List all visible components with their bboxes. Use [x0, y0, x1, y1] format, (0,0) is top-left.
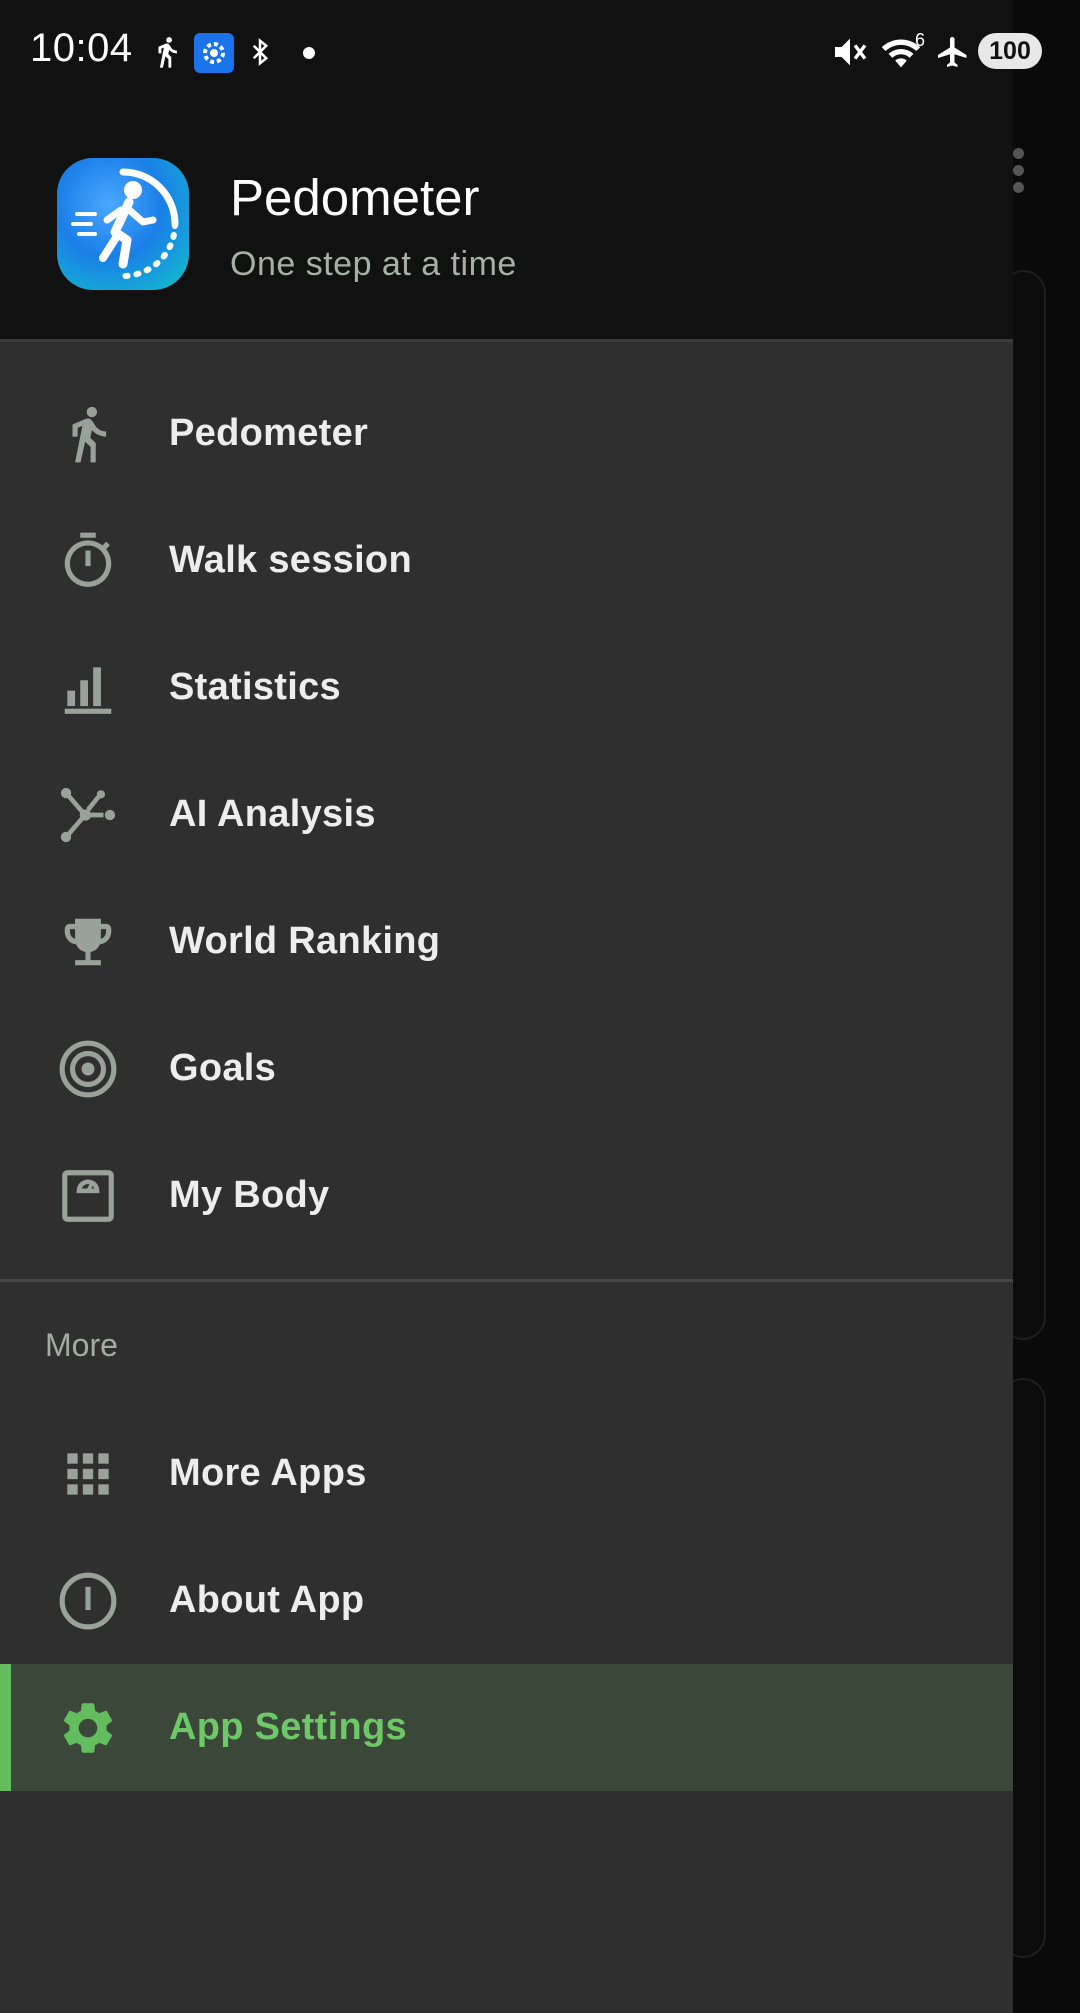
drawer-item-about-app[interactable]: About App: [0, 1537, 1013, 1664]
status-bar: 10:04 6 100: [0, 0, 1080, 104]
walk-icon: [57, 403, 119, 465]
navigation-drawer: Pedometer One step at a time Pedometer W…: [0, 0, 1013, 2013]
info-icon: [57, 1570, 119, 1632]
drawer-item-label: Pedometer: [169, 412, 369, 454]
settings-app-icon: [194, 33, 234, 73]
stopwatch-icon: [57, 530, 119, 592]
grid-icon: [57, 1443, 119, 1505]
airplane-icon: [935, 32, 971, 72]
drawer-item-world-ranking[interactable]: World Ranking: [0, 878, 1013, 1005]
bar-chart-icon: [57, 657, 119, 719]
drawer-item-label: Statistics: [169, 666, 341, 708]
walk-icon: [150, 32, 184, 72]
bluetooth-icon: [245, 32, 275, 72]
battery-indicator: 100: [978, 33, 1042, 69]
drawer-item-label: Goals: [169, 1047, 277, 1089]
ai-network-icon: [57, 784, 119, 846]
app-subtitle: One step at a time: [230, 245, 517, 283]
scale-icon: [57, 1165, 119, 1227]
drawer-item-label: About App: [169, 1579, 365, 1621]
app-logo-icon: [57, 158, 189, 290]
selected-indicator: [0, 1664, 11, 1791]
drawer-item-label: World Ranking: [169, 920, 441, 962]
drawer-item-label: Walk session: [169, 539, 412, 581]
drawer-item-walk-session[interactable]: Walk session: [0, 497, 1013, 624]
drawer-item-app-settings[interactable]: App Settings: [0, 1664, 1013, 1791]
drawer-item-my-body[interactable]: My Body: [0, 1132, 1013, 1259]
drawer-item-goals[interactable]: Goals: [0, 1005, 1013, 1132]
drawer-item-pedometer[interactable]: Pedometer: [0, 370, 1013, 497]
drawer-item-more-apps[interactable]: More Apps: [0, 1410, 1013, 1537]
drawer-item-label: My Body: [169, 1174, 330, 1216]
mute-icon: [830, 32, 870, 72]
dot-icon: [302, 46, 316, 86]
status-time: 10:04: [30, 26, 133, 70]
drawer-item-statistics[interactable]: Statistics: [0, 624, 1013, 751]
wifi-badge: 6: [915, 30, 926, 50]
section-header-more: More: [45, 1327, 118, 1363]
target-icon: [57, 1038, 119, 1100]
drawer-item-label: App Settings: [169, 1706, 407, 1748]
drawer-item-ai-analysis[interactable]: AI Analysis: [0, 751, 1013, 878]
trophy-icon: [57, 911, 119, 973]
drawer-item-label: AI Analysis: [169, 793, 376, 835]
screen: Pedometer One step at a time Pedometer W…: [0, 0, 1080, 2013]
drawer-divider: [0, 1279, 1013, 1282]
gear-icon: [57, 1697, 119, 1759]
drawer-item-label: More Apps: [169, 1452, 367, 1494]
app-title: Pedometer: [230, 169, 480, 226]
